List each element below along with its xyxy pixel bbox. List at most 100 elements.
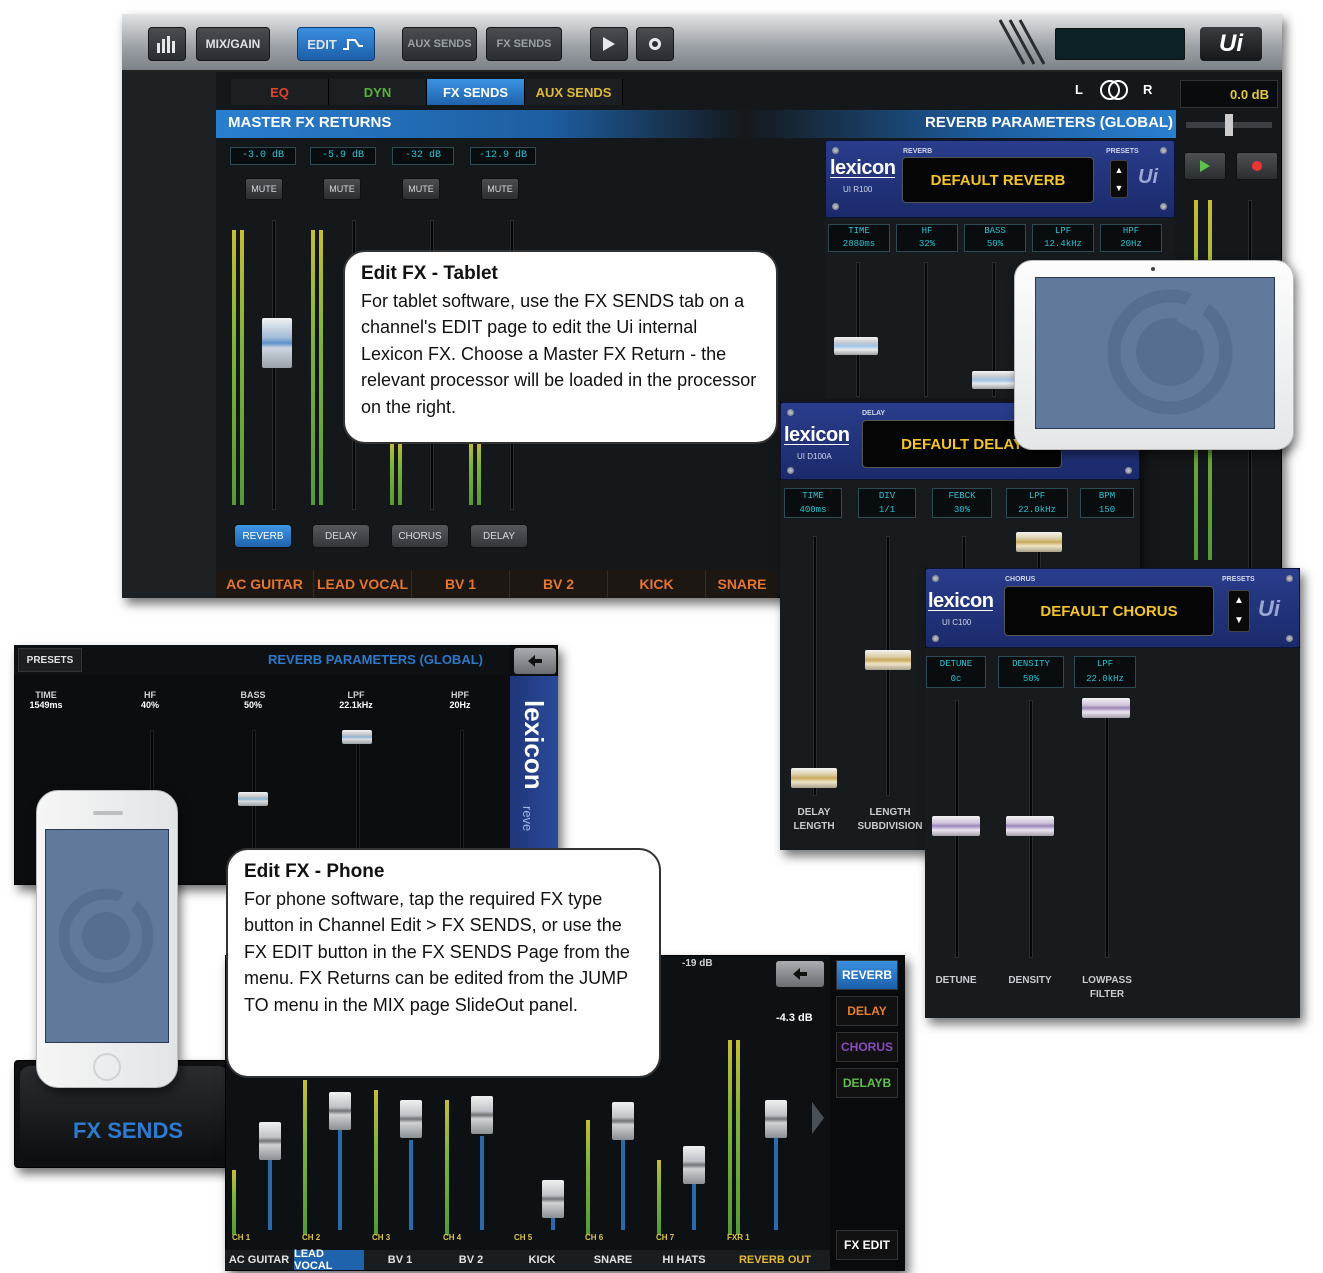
tab-dyn[interactable]: DYN xyxy=(329,79,427,105)
mute-button-3[interactable]: MUTE xyxy=(402,178,440,200)
mixer-meter xyxy=(586,1120,590,1235)
presets-button[interactable]: PRESETS xyxy=(18,648,82,672)
grip-lines-icon xyxy=(998,19,1046,65)
tab-eq[interactable]: EQ xyxy=(231,79,329,105)
lpf-fader[interactable] xyxy=(342,730,372,744)
master-play-button[interactable] xyxy=(1184,152,1226,180)
detune-fader[interactable] xyxy=(932,816,980,836)
mixer-meter xyxy=(232,1170,236,1235)
mixer-fader[interactable] xyxy=(542,1180,564,1218)
return-fx-delay-button[interactable]: DELAY xyxy=(312,524,370,548)
reverb-fader-time[interactable] xyxy=(834,337,878,355)
length-subdivision-fader[interactable] xyxy=(865,650,911,670)
delay-lpf-fader[interactable] xyxy=(1016,532,1062,552)
return-meter xyxy=(398,440,402,505)
tab-aux-sends[interactable]: AUX SENDS xyxy=(525,79,623,105)
chorus-tag: CHORUS xyxy=(1005,576,1036,583)
fx-button-delayb[interactable]: DELAYB xyxy=(836,1068,898,1098)
top-level-readout: -19 dB xyxy=(682,958,713,969)
channel-name[interactable]: LEAD VOCAL xyxy=(294,1248,364,1272)
phone-device-image xyxy=(36,790,178,1088)
preset-stepper[interactable]: ▲ ▼ xyxy=(1110,160,1128,198)
phone-screen xyxy=(45,829,169,1043)
mixer-fader[interactable] xyxy=(612,1102,634,1140)
mute-button-4[interactable]: MUTE xyxy=(481,178,519,200)
meter-view-button[interactable] xyxy=(148,27,186,61)
fx-edit-button[interactable]: FX EDIT xyxy=(836,1230,898,1260)
param-name: TIME xyxy=(802,491,824,501)
lowpass-filter-fader[interactable] xyxy=(1082,698,1130,718)
channel-name[interactable]: REVERB OUT xyxy=(720,1250,830,1270)
reverb-fader-track[interactable] xyxy=(924,262,928,397)
bass-fader[interactable] xyxy=(238,792,268,806)
lexicon-side-sub: reve xyxy=(520,806,535,832)
return-fx-chorus-button[interactable]: CHORUS xyxy=(391,524,449,548)
preset-stepper[interactable]: ▲ ▼ xyxy=(1228,590,1250,632)
screw xyxy=(932,635,939,642)
fx-button-delay[interactable]: DELAY xyxy=(836,996,898,1026)
channel-name[interactable]: SNARE xyxy=(578,1250,648,1270)
param-name: FEBCK xyxy=(948,491,976,501)
mixer-fader[interactable] xyxy=(471,1096,493,1134)
param-name: HF xyxy=(921,226,933,236)
reverb-param-hpf: HPF 20Hz xyxy=(1100,224,1162,252)
mixer-fader[interactable] xyxy=(765,1100,787,1138)
return-fx-delay-button[interactable]: DELAY xyxy=(470,524,528,548)
channel-name[interactable]: AC GUITAR xyxy=(225,1250,293,1270)
return-meter xyxy=(319,230,323,505)
mute-button-1[interactable]: MUTE xyxy=(245,178,283,200)
master-slider-thumb[interactable] xyxy=(1225,114,1233,136)
mute-button-2[interactable]: MUTE xyxy=(323,178,361,200)
play-button[interactable] xyxy=(590,27,628,61)
left-channel-label: L xyxy=(1075,82,1083,97)
chorus-param-density: DENSITY 50% xyxy=(998,656,1064,688)
edit-button[interactable]: EDIT xyxy=(297,27,375,61)
mixer-fader-track[interactable] xyxy=(692,1184,696,1230)
mixer-back-button[interactable] xyxy=(776,961,824,987)
reverb-fader-bass[interactable] xyxy=(972,371,1016,389)
delay-length-fader[interactable] xyxy=(791,768,837,788)
delay-fader-track[interactable] xyxy=(813,536,817,796)
master-record-button[interactable] xyxy=(1236,152,1278,180)
channel-label[interactable]: BV 1 xyxy=(412,570,510,598)
return-fader-1[interactable] xyxy=(262,318,292,368)
mixer-fader-track[interactable] xyxy=(409,1140,413,1230)
channel-label[interactable]: LEAD VOCAL xyxy=(314,570,412,598)
link-stereo-icon[interactable] xyxy=(1098,79,1130,101)
mixer-fader[interactable] xyxy=(329,1092,351,1130)
channel-name[interactable]: BV 1 xyxy=(365,1250,435,1270)
channel-label[interactable]: BV 2 xyxy=(510,570,608,598)
channel-label[interactable]: AC GUITAR xyxy=(216,570,314,598)
back-button[interactable] xyxy=(514,648,556,674)
lexicon-logo: lexicon xyxy=(784,424,850,446)
mixer-fader-track[interactable] xyxy=(338,1130,342,1230)
channel-name[interactable]: KICK xyxy=(507,1250,577,1270)
record-button[interactable] xyxy=(636,27,674,61)
reverb-fader-track[interactable] xyxy=(856,262,860,397)
channel-label[interactable]: SNARE xyxy=(706,570,778,598)
return-fx-reverb-button[interactable]: REVERB xyxy=(234,524,292,548)
detune-label: DETUNE xyxy=(935,975,977,986)
channel-label[interactable]: KICK xyxy=(608,570,706,598)
mixer-fader[interactable] xyxy=(400,1100,422,1138)
presets-label: PRESETS xyxy=(1222,576,1255,583)
ui-badge: Ui xyxy=(1258,596,1280,621)
reverb-param-bass: BASS 50% xyxy=(964,224,1026,252)
mixer-fader-track[interactable] xyxy=(621,1140,625,1230)
mixer-fader-track[interactable] xyxy=(268,1150,272,1230)
aux-sends-button[interactable]: AUX SENDS xyxy=(402,27,477,61)
chorus-fader-track[interactable] xyxy=(1105,700,1109,958)
fx-button-chorus[interactable]: CHORUS xyxy=(836,1032,898,1062)
mixer-fader-track[interactable] xyxy=(480,1136,484,1230)
channel-name[interactable]: HI HATS xyxy=(649,1250,719,1270)
fx-button-reverb[interactable]: REVERB xyxy=(836,960,898,990)
mix-gain-button[interactable]: MIX/GAIN xyxy=(196,27,270,61)
phone-speaker xyxy=(93,811,123,815)
slide-arrow-icon[interactable] xyxy=(810,1100,826,1136)
mixer-fader[interactable] xyxy=(683,1146,705,1184)
channel-name[interactable]: BV 2 xyxy=(436,1250,506,1270)
density-fader[interactable] xyxy=(1006,816,1054,836)
tab-fx-sends[interactable]: FX SENDS xyxy=(427,79,525,105)
fx-sends-button[interactable]: FX SENDS xyxy=(486,27,562,61)
mixer-fader[interactable] xyxy=(259,1122,281,1160)
